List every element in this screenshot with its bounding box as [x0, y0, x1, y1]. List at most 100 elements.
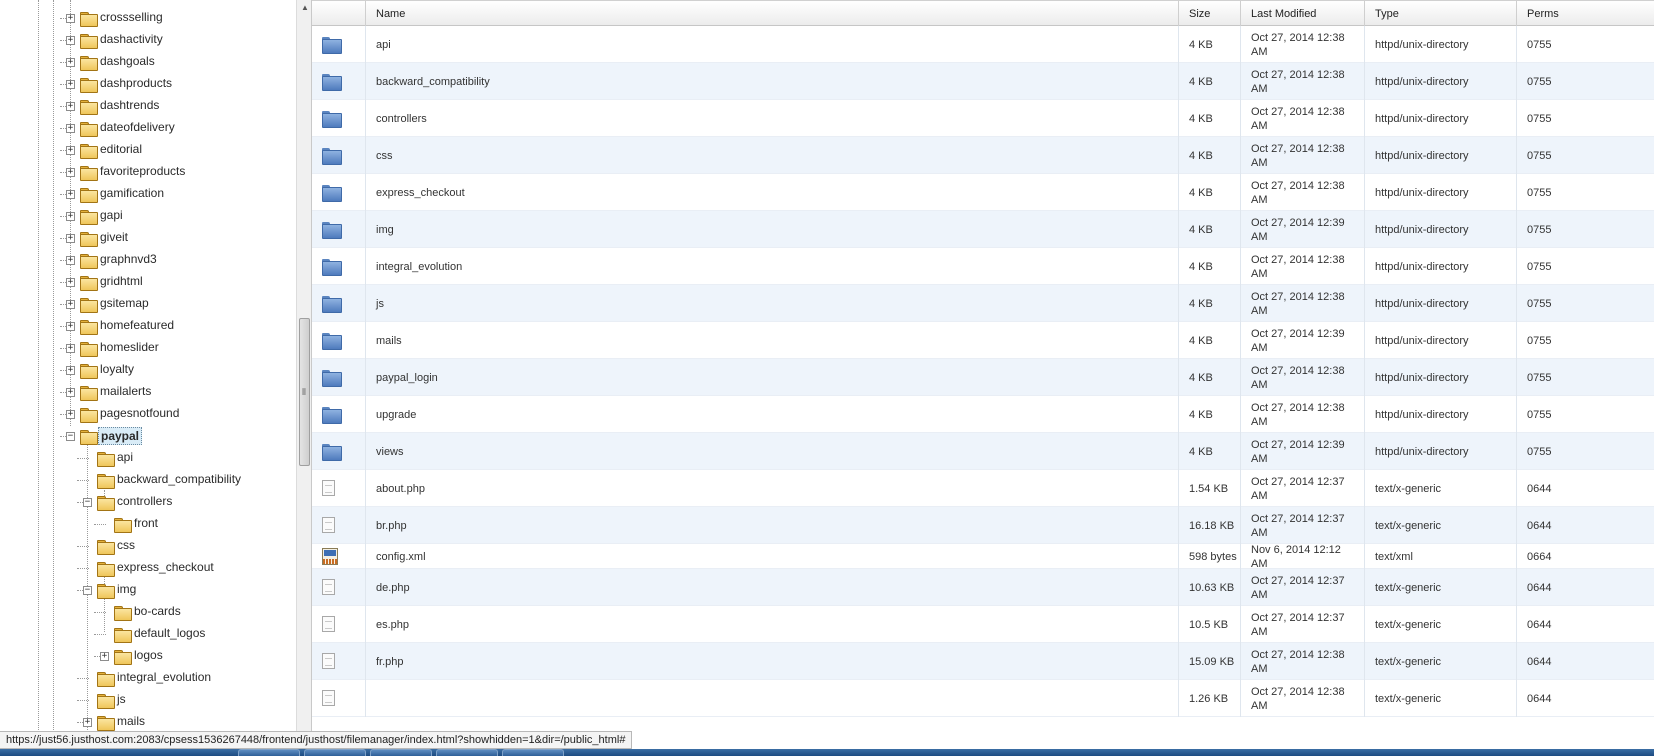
tree-item-label[interactable]: integral_evolution	[115, 669, 213, 685]
tree-item-label[interactable]: giveit	[98, 229, 130, 245]
file-icon-cell[interactable]	[312, 396, 365, 433]
tree-item-backward-compatibility[interactable]: backward_compatibility	[0, 470, 296, 491]
table-row[interactable]: js 4 KB Oct 27, 2014 12:38 AM httpd/unix-di…	[312, 285, 1654, 322]
table-row[interactable]: views 4 KB Oct 27, 2014 12:39 AM httpd/unix…	[312, 433, 1654, 470]
scroll-up-arrow-icon[interactable]: ▲	[297, 0, 311, 16]
tree-item-label[interactable]: gsitemap	[98, 295, 151, 311]
tree-item-logos[interactable]: + logos	[0, 646, 296, 667]
file-icon-cell[interactable]	[312, 100, 365, 137]
table-row[interactable]: es.php 10.5 KB Oct 27, 2014 12:37 AM text/x…	[312, 606, 1654, 643]
file-icon-cell[interactable]	[312, 248, 365, 285]
file-icon-cell[interactable]	[312, 606, 365, 643]
tree-item-gamification[interactable]: + gamification	[0, 184, 296, 205]
table-row[interactable]: express_checkout 4 KB Oct 27, 2014 12:38 A…	[312, 174, 1654, 211]
expand-toggle-icon[interactable]: +	[66, 80, 75, 89]
column-header-last-modified[interactable]: Last Modified	[1240, 1, 1364, 27]
table-row[interactable]: integral_evolution 4 KB Oct 27, 2014 12:38…	[312, 248, 1654, 285]
column-header-type[interactable]: Type	[1364, 1, 1516, 27]
expand-toggle-icon[interactable]: +	[66, 14, 75, 23]
tree-item-label[interactable]: gridhtml	[98, 273, 145, 289]
table-row[interactable]: de.php 10.63 KB Oct 27, 2014 12:37 AM text/…	[312, 569, 1654, 606]
tree-item-paypal[interactable]: − paypal	[0, 426, 296, 447]
tree-item-label[interactable]: dashactivity	[98, 31, 165, 47]
table-row[interactable]: controllers 4 KB Oct 27, 2014 12:38 AM http…	[312, 100, 1654, 137]
tree-item-giveit[interactable]: + giveit	[0, 228, 296, 249]
taskbar-button[interactable]	[304, 749, 366, 756]
collapse-toggle-icon[interactable]: −	[83, 586, 92, 595]
cell-name[interactable]: upgrade	[365, 396, 1178, 433]
taskbar-button[interactable]	[238, 749, 300, 756]
tree-item-label[interactable]: homefeatured	[98, 317, 176, 333]
table-row[interactable]: api 4 KB Oct 27, 2014 12:38 AM httpd/unix-d…	[312, 26, 1654, 63]
cell-name[interactable]: br.php	[365, 507, 1178, 544]
tree-item-bo-cards[interactable]: bo-cards	[0, 602, 296, 623]
tree-item-label[interactable]: favoriteproducts	[98, 163, 187, 179]
tree-item-label[interactable]: front	[132, 515, 160, 531]
file-icon-cell[interactable]	[312, 569, 365, 606]
panel-splitter-handle[interactable]: ⦀	[296, 385, 311, 399]
expand-toggle-icon[interactable]: +	[66, 212, 75, 221]
tree-item-label[interactable]: editorial	[98, 141, 144, 157]
expand-toggle-icon[interactable]: +	[66, 322, 75, 331]
column-header-size[interactable]: Size	[1178, 1, 1240, 27]
tree-item-label[interactable]: homeslider	[98, 339, 161, 355]
tree-item-label[interactable]: api	[115, 449, 135, 465]
tree-item-express-checkout[interactable]: express_checkout	[0, 558, 296, 579]
file-icon-cell[interactable]	[312, 174, 365, 211]
tree-item-label[interactable]: js	[115, 691, 128, 707]
expand-toggle-icon[interactable]: +	[66, 388, 75, 397]
cell-name[interactable]: api	[365, 26, 1178, 63]
cell-name[interactable]: about.php	[365, 470, 1178, 507]
tree-item-default-logos[interactable]: default_logos	[0, 624, 296, 645]
cell-name[interactable]: paypal_login	[365, 359, 1178, 396]
file-icon-cell[interactable]	[312, 211, 365, 248]
tree-item-label[interactable]: loyalty	[98, 361, 136, 377]
cell-name[interactable]: img	[365, 211, 1178, 248]
tree-item-dashtrends[interactable]: + dashtrends	[0, 96, 296, 117]
tree-item-dashproducts[interactable]: + dashproducts	[0, 74, 296, 95]
tree-item-css[interactable]: css	[0, 536, 296, 557]
tree-item-label[interactable]: mails	[115, 713, 147, 729]
tree-item-label[interactable]: crossselling	[98, 9, 165, 25]
tree-item-gsitemap[interactable]: + gsitemap	[0, 294, 296, 315]
table-row[interactable]: img 4 KB Oct 27, 2014 12:39 AM httpd/unix-d…	[312, 211, 1654, 248]
tree-item-homeslider[interactable]: + homeslider	[0, 338, 296, 359]
tree-item-integral-evolution[interactable]: integral_evolution	[0, 668, 296, 689]
file-icon-cell[interactable]	[312, 137, 365, 174]
collapse-toggle-icon[interactable]: −	[66, 432, 75, 441]
expand-toggle-icon[interactable]: +	[100, 652, 109, 661]
expand-toggle-icon[interactable]: +	[66, 344, 75, 353]
tree-item-mails[interactable]: + mails	[0, 712, 296, 733]
table-row[interactable]: config.xml 598 bytes Nov 6, 2014 12:12 AM t…	[312, 544, 1654, 570]
expand-toggle-icon[interactable]: +	[66, 366, 75, 375]
expand-toggle-icon[interactable]: +	[66, 278, 75, 287]
tree-item-label[interactable]: express_checkout	[115, 559, 216, 575]
tree-item-controllers[interactable]: − controllers	[0, 492, 296, 513]
table-row[interactable]: upgrade 4 KB Oct 27, 2014 12:38 AM httpd/un…	[312, 396, 1654, 433]
cell-name[interactable]: controllers	[365, 100, 1178, 137]
taskbar-button[interactable]	[370, 749, 432, 756]
tree-item-label[interactable]: bo-cards	[132, 603, 183, 619]
table-row[interactable]: about.php 1.54 KB Oct 27, 2014 12:37 AM tex…	[312, 470, 1654, 507]
table-row[interactable]: backward_compatibility 4 KB Oct 27, 2014 1…	[312, 63, 1654, 100]
expand-toggle-icon[interactable]: +	[66, 124, 75, 133]
file-icon-cell[interactable]	[312, 680, 365, 717]
tree-scrollbar[interactable]: ▲	[296, 0, 311, 738]
tree-item-label[interactable]: default_logos	[132, 625, 207, 641]
expand-toggle-icon[interactable]: +	[66, 36, 75, 45]
tree-item-gapi[interactable]: + gapi	[0, 206, 296, 227]
file-icon-cell[interactable]	[312, 470, 365, 507]
tree-item-api[interactable]: api	[0, 448, 296, 469]
cell-name[interactable]: backward_compatibility	[365, 63, 1178, 100]
tree-item-js[interactable]: js	[0, 690, 296, 711]
tree-item-dashactivity[interactable]: + dashactivity	[0, 30, 296, 51]
file-icon-cell[interactable]	[312, 507, 365, 544]
tree-item-front[interactable]: front	[0, 514, 296, 535]
tree-item-gridhtml[interactable]: + gridhtml	[0, 272, 296, 293]
expand-toggle-icon[interactable]: +	[66, 146, 75, 155]
expand-toggle-icon[interactable]: +	[66, 234, 75, 243]
column-header-perms[interactable]: Perms	[1516, 1, 1654, 27]
expand-toggle-icon[interactable]: +	[83, 718, 92, 727]
tree-item-pagesnotfound[interactable]: + pagesnotfound	[0, 404, 296, 425]
cell-name[interactable]: js	[365, 285, 1178, 322]
